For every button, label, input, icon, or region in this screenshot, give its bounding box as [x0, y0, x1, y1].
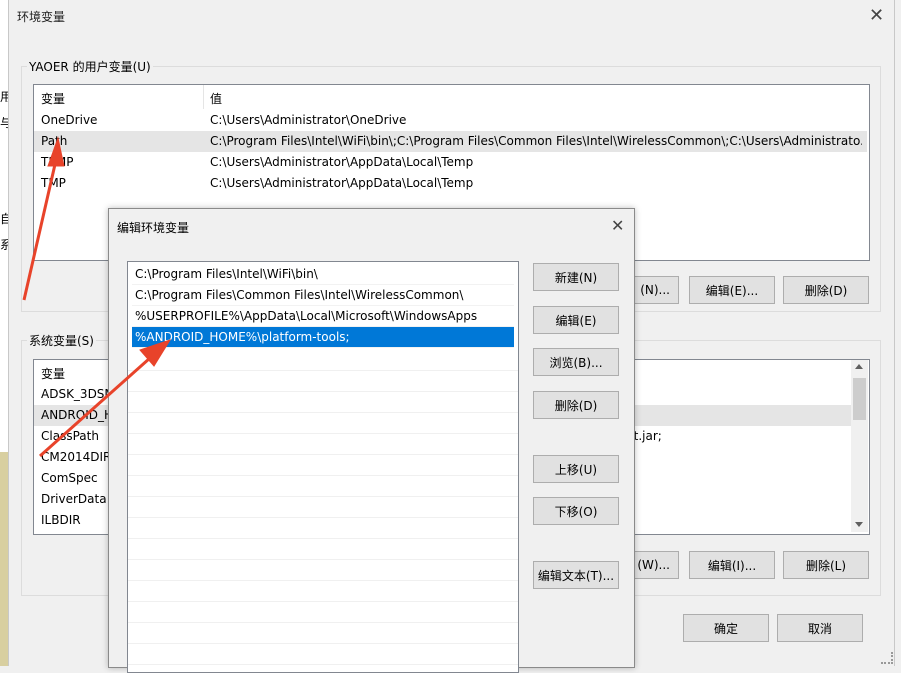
arrow-to-android-entry [39, 339, 172, 458]
arrow-to-path-row [22, 136, 65, 301]
annotation-arrows [22, 136, 172, 458]
